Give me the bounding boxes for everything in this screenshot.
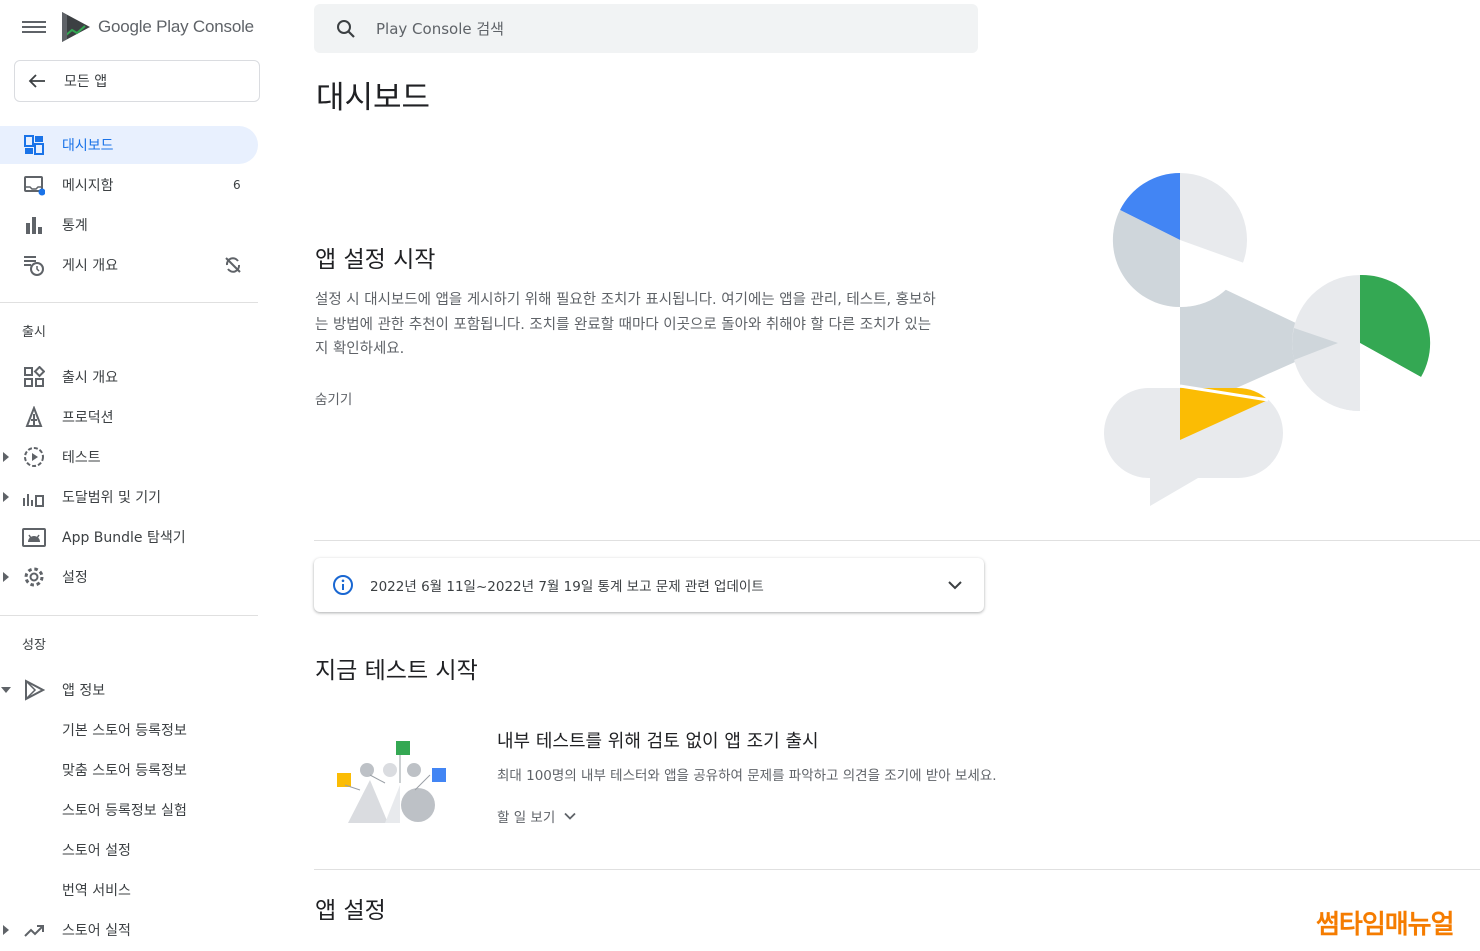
setup-illustration — [1103, 172, 1431, 506]
expand-arrow-icon[interactable] — [3, 572, 9, 582]
sidebar-item-inbox[interactable]: 메시지함 6 — [0, 166, 258, 204]
sidebar-item-app-info[interactable]: 앱 정보 — [0, 671, 258, 709]
sidebar-item-store-listing-experiments[interactable]: 스토어 등록정보 실험 — [0, 791, 258, 829]
sidebar-item-reach-devices[interactable]: 도달범위 및 기기 — [0, 478, 258, 516]
menu-icon[interactable] — [22, 18, 46, 38]
chevron-down-icon — [564, 812, 576, 820]
sidebar-item-label: 스토어 설정 — [62, 843, 131, 859]
search-input[interactable] — [376, 19, 936, 38]
all-apps-button[interactable]: 모든 앱 — [14, 60, 260, 102]
collapse-arrow-icon[interactable] — [1, 687, 11, 693]
grow-section-header: 성장 — [22, 638, 46, 653]
sidebar: Google Play Console 모든 앱 대시보드 메시지함 6 통계 … — [0, 0, 270, 951]
sidebar-item-label: 출시 개요 — [62, 370, 118, 386]
view-tasks-label: 할 일 보기 — [497, 810, 556, 826]
sidebar-item-label: 번역 서비스 — [62, 883, 131, 899]
all-apps-label: 모든 앱 — [64, 74, 108, 90]
page-title: 대시보드 — [316, 80, 431, 116]
sidebar-item-main-store-listing[interactable]: 기본 스토어 등록정보 — [0, 711, 258, 749]
sidebar-item-settings[interactable]: 설정 — [0, 558, 258, 596]
sidebar-item-label: 도달범위 및 기기 — [62, 490, 162, 506]
sidebar-item-statistics[interactable]: 통계 — [0, 206, 258, 244]
sidebar-item-store-settings[interactable]: 스토어 설정 — [0, 831, 258, 869]
dashboard-icon — [22, 133, 46, 157]
sidebar-item-label: 메시지함 — [62, 178, 114, 194]
sidebar-item-custom-store-listing[interactable]: 맞춤 스토어 등록정보 — [0, 751, 258, 789]
sidebar-item-dashboard[interactable]: 대시보드 — [0, 126, 258, 164]
setup-description: 설정 시 대시보드에 앱을 게시하기 위해 필요한 조치가 표시됩니다. 여기에… — [315, 292, 936, 357]
sidebar-item-label: 프로덕션 — [62, 410, 114, 426]
sidebar-item-store-performance[interactable]: 스토어 실적 — [0, 911, 258, 949]
sidebar-item-label: 스토어 실적 — [62, 923, 131, 939]
sidebar-item-translation-service[interactable]: 번역 서비스 — [0, 871, 258, 909]
sidebar-header: Google Play Console — [0, 0, 270, 56]
android-icon — [22, 525, 46, 549]
sidebar-item-label: 통계 — [62, 218, 88, 234]
stats-notice-card[interactable]: 2022년 6월 11일~2022년 7월 19일 통계 보고 문제 관련 업데… — [314, 558, 984, 612]
sidebar-item-publishing-overview[interactable]: 게시 개요 — [0, 246, 258, 284]
unread-count-badge: 6 — [233, 178, 241, 192]
sidebar-divider — [0, 302, 258, 303]
section-divider — [314, 540, 1480, 541]
bar-chart-icon — [22, 213, 46, 237]
expand-arrow-icon[interactable] — [3, 492, 9, 502]
sidebar-item-testing[interactable]: 테스트 — [0, 438, 258, 476]
search-bar[interactable] — [314, 4, 978, 53]
publishing-icon — [22, 253, 46, 277]
sidebar-item-label: 게시 개요 — [62, 258, 118, 274]
test-description: 최대 100명의 내부 테스터와 앱을 공유하여 문제를 파악하고 의견을 조기… — [497, 768, 997, 784]
sidebar-item-release-overview[interactable]: 출시 개요 — [0, 358, 258, 396]
release-overview-icon — [22, 365, 46, 389]
arrow-back-icon — [28, 74, 45, 88]
expand-arrow-icon[interactable] — [3, 452, 9, 462]
sidebar-item-label: 스토어 등록정보 실험 — [62, 803, 187, 819]
sidebar-item-label: App Bundle 탐색기 — [62, 530, 186, 546]
trending-icon — [22, 918, 46, 942]
production-icon — [22, 405, 46, 429]
watermark-text: 썸타임매뉴얼 — [1316, 910, 1455, 940]
info-icon — [333, 575, 353, 595]
sidebar-item-label: 기본 스토어 등록정보 — [62, 723, 187, 739]
hide-button[interactable]: 숨기기 — [315, 388, 352, 408]
testing-illustration — [337, 741, 446, 823]
chevron-down-icon[interactable] — [946, 576, 964, 594]
sidebar-divider — [0, 615, 258, 616]
release-section-header: 출시 — [22, 325, 46, 340]
sidebar-item-app-bundle-explorer[interactable]: App Bundle 탐색기 — [0, 518, 258, 556]
logo-text: Google Play Console — [98, 17, 254, 36]
reach-devices-icon — [22, 485, 46, 509]
sync-disabled-icon — [225, 257, 241, 273]
sidebar-item-label: 맞춤 스토어 등록정보 — [62, 763, 187, 779]
view-tasks-button[interactable]: 할 일 보기 — [497, 806, 577, 826]
notice-text: 2022년 6월 11일~2022년 7월 19일 통계 보고 문제 관련 업데… — [370, 579, 764, 595]
setup-section-title: 앱 설정 시작 — [315, 247, 436, 273]
sidebar-item-production[interactable]: 프로덕션 — [0, 398, 258, 436]
search-icon — [337, 19, 355, 38]
sidebar-item-label: 앱 정보 — [62, 683, 106, 699]
test-section-title: 지금 테스트 시작 — [315, 658, 478, 684]
play-icon — [22, 678, 46, 702]
inbox-icon — [22, 173, 46, 197]
play-console-logo-icon — [62, 12, 90, 42]
section-divider — [314, 869, 1480, 870]
app-logo[interactable]: Google Play Console — [60, 10, 254, 44]
sidebar-item-label: 대시보드 — [62, 138, 114, 154]
test-heading: 내부 테스트를 위해 검토 없이 앱 조기 출시 — [497, 731, 819, 752]
app-settings-title: 앱 설정 — [315, 898, 386, 924]
sidebar-item-label: 테스트 — [62, 450, 101, 466]
expand-arrow-icon[interactable] — [3, 925, 9, 935]
settings-icon — [22, 565, 46, 589]
sidebar-item-label: 설정 — [62, 570, 88, 586]
testing-icon — [22, 445, 46, 469]
